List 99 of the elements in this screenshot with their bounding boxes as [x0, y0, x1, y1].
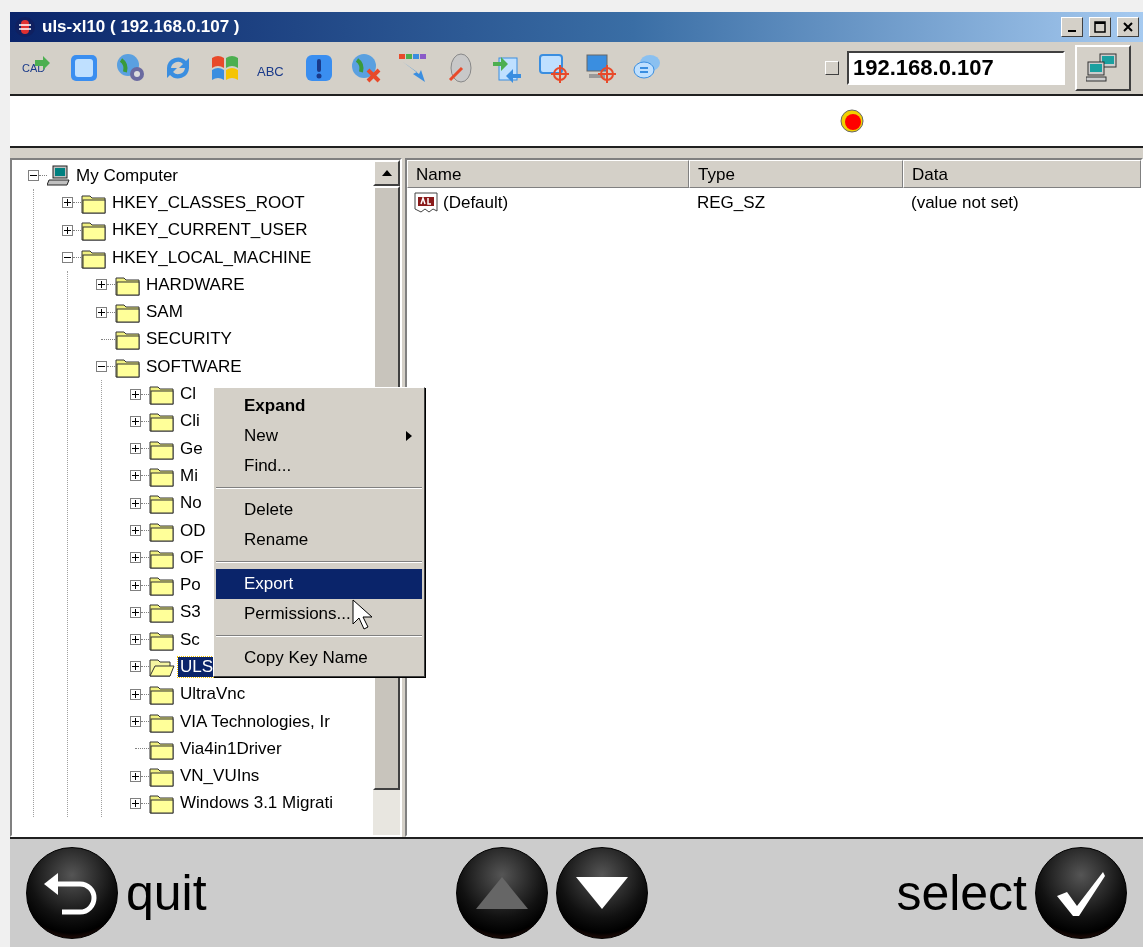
checkbox[interactable]: [825, 61, 839, 75]
table-cell: (Default): [443, 193, 509, 213]
tree-item[interactable]: ULS: [178, 657, 216, 677]
table-cell-text: (value not set): [910, 193, 1019, 213]
tree-item[interactable]: SOFTWARE: [144, 356, 244, 377]
tree-item[interactable]: Cli: [178, 411, 202, 432]
tree-item[interactable]: HKEY_LOCAL_MACHINE: [110, 247, 314, 268]
menu-item[interactable]: Copy Key Name: [216, 643, 422, 673]
quit-label: quit: [126, 864, 207, 922]
collapse-button[interactable]: [62, 252, 73, 264]
expand-button[interactable]: [130, 716, 141, 728]
menu-item[interactable]: Find...: [216, 451, 422, 481]
folder-icon: [149, 410, 175, 433]
arrow-down-icon: [396, 52, 429, 84]
address-field[interactable]: 192.168.0.107: [847, 51, 1065, 85]
table-cell-text: REG_SZ: [696, 193, 767, 213]
minimize-button[interactable]: [1061, 17, 1083, 37]
menu-item[interactable]: Delete: [216, 495, 422, 525]
expand-button[interactable]: [130, 770, 141, 782]
tree-item[interactable]: VIA Technologies, Ir: [178, 711, 332, 732]
tree-item[interactable]: My Computer: [74, 165, 181, 186]
open-folder-icon: [149, 656, 175, 678]
up-arrow-icon: [381, 170, 392, 176]
folder-icon: [149, 683, 175, 706]
select-label: select: [896, 864, 1027, 922]
tree-item[interactable]: Via4in1Driver: [178, 738, 284, 759]
expand-button[interactable]: [130, 797, 141, 809]
app-icon: [14, 16, 36, 38]
scroll-up-button[interactable]: [373, 160, 400, 186]
letters-icon: ABC: [255, 52, 288, 84]
expand-button[interactable]: [130, 579, 141, 591]
menu-item[interactable]: Expand: [216, 391, 422, 421]
expand-button[interactable]: [130, 470, 141, 482]
mouse-pointer-icon: [352, 599, 374, 631]
menu-item[interactable]: Permissions...: [216, 599, 422, 629]
folder-icon: [149, 383, 175, 405]
menu-item[interactable]: Export: [216, 569, 422, 599]
tree-item[interactable]: Sc: [178, 629, 202, 650]
maximize-button[interactable]: [1089, 17, 1111, 37]
expand-button[interactable]: [130, 443, 141, 455]
window-crosshair-icon: [537, 52, 570, 84]
expand-button[interactable]: [130, 552, 141, 564]
tree-item[interactable]: Ge: [178, 438, 205, 459]
column-header[interactable]: Name: [407, 160, 689, 188]
string-value-icon: [413, 191, 441, 215]
collapse-button[interactable]: [96, 361, 107, 373]
window-title: uls-xl10 ( 192.168.0.107 ): [42, 17, 241, 37]
folder-icon: [81, 219, 107, 242]
expand-button[interactable]: [130, 525, 141, 536]
tree-item[interactable]: Windows 3.1 Migrati: [178, 793, 336, 814]
expand-button[interactable]: [130, 388, 141, 400]
expand-button[interactable]: [96, 279, 107, 291]
tree-item[interactable]: OF: [178, 547, 206, 568]
folder-icon: [115, 328, 141, 351]
expand-button[interactable]: [62, 224, 73, 236]
tree-item[interactable]: UltraVnc: [178, 684, 248, 705]
expand-button[interactable]: [130, 497, 141, 509]
collapse-button[interactable]: [28, 170, 39, 182]
minimize-icon: [1068, 30, 1076, 32]
tree-item[interactable]: VN_VUIns: [178, 766, 262, 787]
connect-button[interactable]: [1075, 45, 1131, 91]
expand-button[interactable]: [130, 688, 141, 700]
tree-item[interactable]: S3: [178, 602, 203, 623]
close-button[interactable]: [1117, 17, 1139, 37]
status-dot-icon: [838, 108, 865, 134]
globe-x-icon: [349, 52, 382, 84]
folder-icon: [149, 765, 175, 788]
tree-item[interactable]: No: [178, 493, 204, 514]
column-header[interactable]: Data: [903, 160, 1141, 188]
computer-icon: [47, 164, 71, 187]
computers-icon: [1086, 53, 1120, 83]
expand-button[interactable]: [130, 661, 141, 673]
folder-icon: [149, 792, 175, 815]
tree-item[interactable]: HKEY_CLASSES_ROOT: [110, 192, 307, 213]
column-header[interactable]: Type: [689, 160, 903, 188]
menu-item[interactable]: New: [216, 421, 422, 451]
folder-icon: [149, 574, 175, 597]
expand-button[interactable]: [96, 306, 107, 318]
expand-button[interactable]: [62, 197, 73, 209]
tree-item[interactable]: Cl: [178, 384, 199, 404]
tree-item[interactable]: Po: [178, 575, 203, 596]
tree-item[interactable]: HARDWARE: [144, 274, 247, 295]
folder-icon: [149, 492, 175, 515]
expand-button[interactable]: [130, 606, 141, 618]
tree-item[interactable]: Mi: [178, 465, 200, 486]
toolbar-button[interactable]: ABC: [249, 49, 294, 87]
tree-item[interactable]: HKEY_CURRENT_USER: [110, 220, 310, 241]
folder-icon: [115, 301, 141, 324]
expand-button[interactable]: [130, 415, 141, 427]
tree-item[interactable]: SAM: [144, 302, 185, 323]
globe-gear-icon: [114, 52, 147, 84]
tree-item[interactable]: SECURITY: [144, 329, 234, 350]
tree-item[interactable]: OD: [178, 520, 208, 541]
close-icon: [1123, 22, 1133, 32]
folder-icon: [149, 601, 175, 624]
expand-button[interactable]: [130, 634, 141, 646]
monitor-crosshair-icon: [584, 52, 617, 84]
menu-item[interactable]: Rename: [216, 525, 422, 555]
maximize-icon: [1094, 21, 1106, 33]
